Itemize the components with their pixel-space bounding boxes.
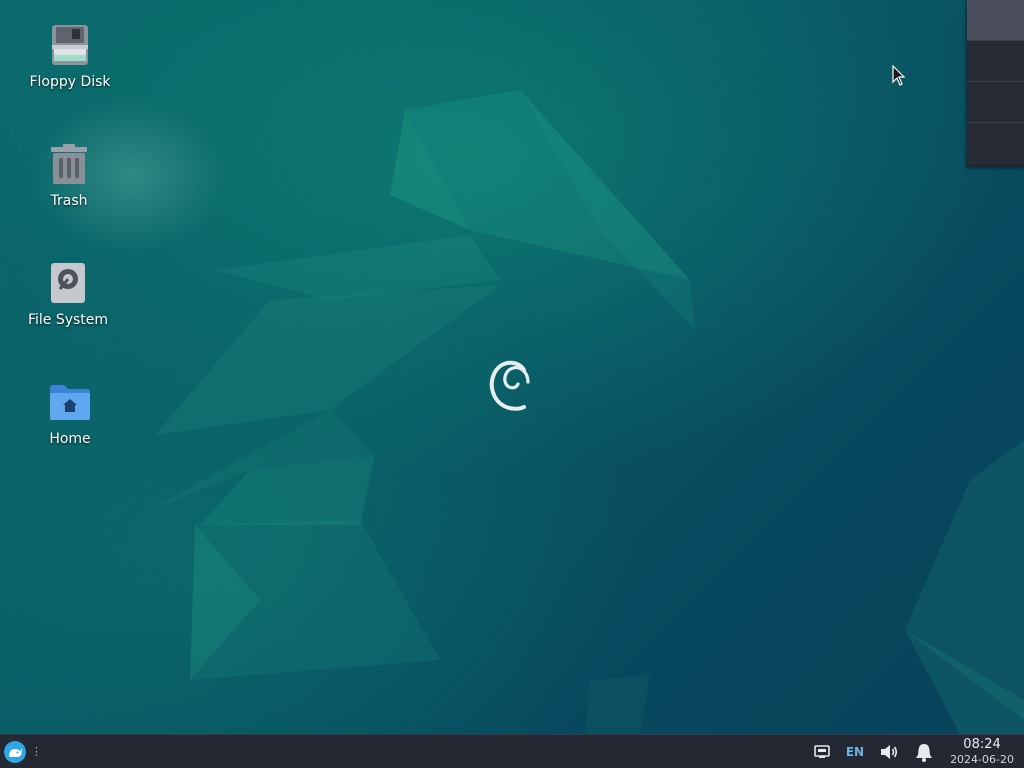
workspace-1[interactable] bbox=[967, 0, 1024, 41]
clock-date: 2024-06-20 bbox=[950, 753, 1014, 766]
workspace-pager[interactable] bbox=[967, 0, 1024, 167]
home-folder-icon bbox=[46, 378, 94, 426]
whisker-menu-icon bbox=[4, 740, 26, 763]
desktop-icon-label: File System bbox=[27, 312, 109, 328]
debian-swirl-icon bbox=[489, 360, 530, 411]
mouse-pointer-icon bbox=[892, 65, 906, 86]
desktop-icon-label: Floppy Disk bbox=[29, 74, 111, 90]
desktop-icon-home[interactable]: Home bbox=[15, 378, 125, 447]
hard-drive-icon bbox=[44, 259, 92, 307]
desktop-icon-label: Home bbox=[49, 431, 91, 447]
clock-time: 08:24 bbox=[963, 737, 1001, 752]
volume-button[interactable] bbox=[872, 735, 906, 769]
network-button[interactable] bbox=[806, 735, 838, 769]
clock[interactable]: 08:24 2024-06-20 bbox=[942, 738, 1024, 765]
taskbar-panel: ⋮ EN 08:24 2024-06-20 bbox=[0, 734, 1024, 768]
panel-handle[interactable]: ⋮ bbox=[31, 745, 42, 758]
whisker-menu-button[interactable] bbox=[0, 735, 30, 769]
workspace-3[interactable] bbox=[967, 82, 1024, 123]
desktop-icon-trash[interactable]: Trash bbox=[14, 140, 124, 209]
workspace-2[interactable] bbox=[967, 41, 1024, 82]
desktop-icon-file-system[interactable]: File System bbox=[13, 259, 123, 328]
keyboard-layout-button[interactable]: EN bbox=[838, 735, 872, 769]
desktop-icon-floppy-disk[interactable]: Floppy Disk bbox=[15, 21, 125, 90]
notifications-button[interactable] bbox=[906, 735, 942, 769]
desktop[interactable]: Floppy Disk Trash File System Home bbox=[0, 0, 1024, 734]
network-wired-icon bbox=[814, 744, 830, 758]
volume-icon bbox=[881, 744, 898, 759]
keyboard-layout-label: EN bbox=[845, 744, 865, 759]
desktop-icon-label: Trash bbox=[50, 193, 88, 209]
bell-icon bbox=[916, 743, 933, 762]
floppy-disk-icon bbox=[46, 21, 94, 69]
system-tray: EN 08:24 2024-06-20 bbox=[806, 735, 1024, 769]
trash-icon bbox=[45, 140, 93, 188]
workspace-4[interactable] bbox=[967, 123, 1024, 164]
